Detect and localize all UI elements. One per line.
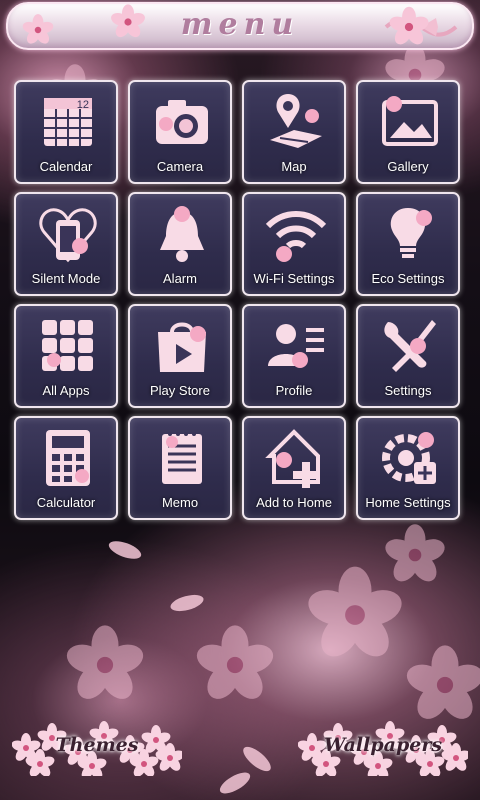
app-label: Home Settings (365, 495, 451, 510)
falling-petal (216, 768, 254, 798)
home-settings-icon (378, 426, 442, 490)
bell-icon (150, 202, 214, 266)
tools-icon (378, 314, 442, 378)
app-label: Camera (156, 159, 204, 174)
app-tile-home-settings[interactable]: Home Settings (356, 416, 460, 520)
app-tile-alarm[interactable]: Alarm (128, 192, 232, 296)
app-tile-calculator[interactable]: Calculator (14, 416, 118, 520)
app-tile-profile[interactable]: Profile (242, 304, 346, 408)
app-tile-settings[interactable]: Settings (356, 304, 460, 408)
app-tile-gallery[interactable]: Gallery (356, 80, 460, 184)
app-label: Map (281, 159, 307, 174)
background-blossom-icon (190, 620, 280, 710)
app-grid-icon (36, 314, 100, 378)
app-label: Calendar (39, 159, 93, 174)
map-icon (264, 90, 328, 154)
app-tile-eco-settings[interactable]: Eco Settings (356, 192, 460, 296)
calendar-badge: 12 (77, 99, 89, 111)
app-tile-all-apps[interactable]: All Apps (14, 304, 118, 408)
app-tile-camera[interactable]: Camera (128, 80, 232, 184)
falling-petal (239, 742, 275, 776)
app-label: Settings (384, 383, 432, 398)
background-blossom-icon (400, 640, 480, 730)
blossom-icon (386, 4, 432, 50)
background-blossom-icon (380, 520, 450, 590)
background-blossom-icon (300, 560, 410, 670)
app-label: Profile (275, 383, 313, 398)
themes-button[interactable]: Themes (11, 718, 185, 779)
app-tile-calendar[interactable]: 12 Calendar (14, 80, 118, 184)
app-tile-wifi-settings[interactable]: Wi-Fi Settings (242, 192, 346, 296)
app-tile-memo[interactable]: Memo (128, 416, 232, 520)
calculator-icon (36, 426, 100, 490)
falling-petal (106, 537, 144, 563)
app-label: Wi-Fi Settings (253, 271, 335, 286)
wifi-icon (264, 202, 328, 266)
memo-icon (150, 426, 214, 490)
wallpapers-label: Wallpapers (323, 734, 443, 756)
app-grid: 12 Calendar Camera Map Gallery Silent Mo… (14, 80, 466, 520)
gallery-icon (378, 90, 442, 154)
silent-mode-icon (36, 202, 100, 266)
calendar-icon: 12 (36, 90, 100, 154)
themes-label: Themes (55, 734, 139, 756)
falling-petal (168, 591, 206, 615)
app-label: Memo (161, 495, 199, 510)
app-label: Gallery (387, 159, 429, 174)
app-label: Add to Home (256, 495, 332, 510)
lightbulb-icon (378, 202, 442, 266)
app-tile-map[interactable]: Map (242, 80, 346, 184)
background-blossom-icon (60, 620, 150, 710)
app-label: Eco Settings (371, 271, 445, 286)
app-tile-play-store[interactable]: Play Store (128, 304, 232, 408)
wallpapers-button[interactable]: Wallpapers (297, 718, 471, 779)
play-store-icon (150, 314, 214, 378)
app-label: Play Store (150, 383, 210, 398)
app-label: All Apps (42, 383, 90, 398)
menu-header: menu (6, 2, 474, 50)
camera-icon (150, 90, 214, 154)
add-home-icon (264, 426, 328, 490)
app-label: Alarm (163, 271, 197, 286)
app-tile-silent-mode[interactable]: Silent Mode (14, 192, 118, 296)
app-label: Calculator (36, 495, 96, 510)
profile-icon (264, 314, 328, 378)
app-tile-add-to-home[interactable]: Add to Home (242, 416, 346, 520)
app-label: Silent Mode (31, 271, 101, 286)
